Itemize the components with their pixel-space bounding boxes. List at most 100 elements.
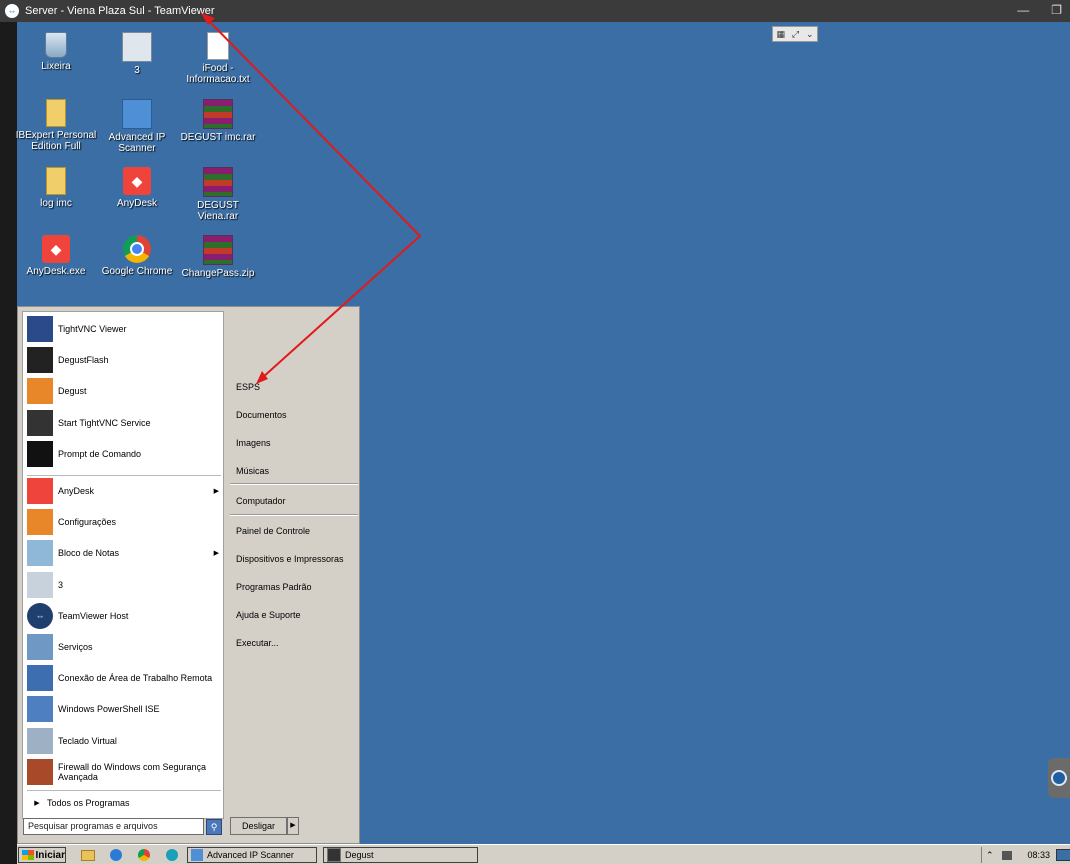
search-icon[interactable]: ⚲ <box>206 819 222 835</box>
desktop-icon[interactable]: ChangePass.zip <box>177 235 259 279</box>
start-menu-item-label: Conexão de Área de Trabalho Remota <box>58 673 213 684</box>
start-menu-item[interactable]: Serviços <box>27 633 221 661</box>
desktop-icon[interactable]: Advanced IP Scanner <box>96 99 178 154</box>
start-menu-item[interactable]: Firewall do Windows com Segurança Avança… <box>27 758 221 786</box>
start-menu-item-label: TightVNC Viewer <box>58 324 127 334</box>
submenu-arrow-icon: ▶ <box>213 488 219 495</box>
start-menu-item[interactable]: Conexão de Área de Trabalho Remota <box>27 664 221 692</box>
edge-icon[interactable] <box>165 848 179 862</box>
clock[interactable]: 08:33 <box>1028 850 1051 860</box>
start-menu-item[interactable]: Configurações <box>27 508 221 536</box>
task-advanced-ip-scanner[interactable]: Advanced IP Scanner <box>187 847 317 863</box>
desktop-icon-label: Google Chrome <box>101 266 173 277</box>
start-menu-item-label: Bloco de Notas <box>58 548 120 559</box>
degust-icon <box>327 848 341 862</box>
start-menu-place-item[interactable]: Músicas <box>236 466 269 476</box>
task-label: Degust <box>345 850 374 860</box>
start-menu-item[interactable]: 3 <box>27 571 221 599</box>
start-menu-place-item[interactable]: Programas Padrão <box>236 582 312 592</box>
desktop-icon-label: Advanced IP Scanner <box>108 132 166 154</box>
teamviewer-side-panel-handle[interactable] <box>1048 758 1070 798</box>
teamviewer-title-bar[interactable]: ⇔ Server - Viena Plaza Sul - TeamViewer … <box>0 0 1070 22</box>
start-menu-place-item[interactable]: Imagens <box>236 438 271 448</box>
separator <box>27 475 221 476</box>
window-title: Server - Viena Plaza Sul - TeamViewer <box>25 5 215 17</box>
start-menu-item[interactable]: Degust <box>27 377 221 405</box>
services-icon <box>27 634 53 660</box>
start-menu-item-label: Teclado Virtual <box>58 735 117 746</box>
show-desktop-icon[interactable] <box>1056 849 1070 861</box>
start-menu-place-item[interactable]: Documentos <box>236 410 287 420</box>
start-menu-item[interactable]: ⇔ TeamViewer Host <box>27 602 221 630</box>
start-menu-item[interactable]: DegustFlash <box>27 346 221 374</box>
ip-scanner-icon <box>122 99 152 129</box>
start-menu-item[interactable]: Windows PowerShell ISE <box>27 695 221 723</box>
folder-icon <box>46 99 66 127</box>
desktop-icon[interactable]: IBExpert Personal Edition Full <box>15 99 97 152</box>
desktop-icon-label: Lixeira <box>41 61 71 72</box>
desktop-icon-label: log imc <box>40 198 72 209</box>
text-file-icon <box>207 32 229 60</box>
vnc-service-icon <box>27 409 53 436</box>
folder-icon <box>46 167 66 195</box>
chevron-down-icon[interactable]: ⌄ <box>806 29 814 40</box>
chrome-icon[interactable] <box>137 848 151 862</box>
firewall-icon <box>27 758 53 785</box>
restore-icon[interactable]: ❐ <box>1051 3 1062 17</box>
taskbar: Iniciar Advanced IP Scanner Degust ⌃ 08:… <box>17 844 1070 864</box>
separator <box>230 514 358 516</box>
minimize-icon[interactable]: — <box>1017 3 1029 17</box>
desktop-icon[interactable]: ◆ AnyDesk <box>96 167 178 209</box>
network-icon[interactable] <box>1001 850 1012 860</box>
start-menu-place-item[interactable]: ESPS <box>236 382 260 392</box>
tray-expand-icon[interactable]: ⌃ <box>986 850 994 861</box>
teamviewer-logo-icon: ⇔ <box>5 4 19 18</box>
start-menu-programs: ▶ Todos os Programas TightVNC Viewer Degu… <box>22 311 224 819</box>
desktop-icon[interactable]: DEGUST imc.rar <box>177 99 259 143</box>
start-menu-item-label: Prompt de Comando <box>58 448 142 459</box>
start-menu-item[interactable]: Prompt de Comando <box>27 440 221 468</box>
grid-icon[interactable]: ▦ <box>776 29 785 40</box>
start-menu-item-label: TeamViewer Host <box>58 610 129 621</box>
start-menu-place-item[interactable]: Computador <box>236 496 286 506</box>
ip-scanner-icon <box>191 849 203 861</box>
desktop-icon[interactable]: Lixeira <box>15 32 97 72</box>
start-button[interactable]: Iniciar <box>18 847 66 863</box>
start-menu-item-label: Firewall do Windows com Segurança Avança… <box>58 761 207 782</box>
shutdown-button[interactable]: Desligar <box>230 817 287 835</box>
degustflash-icon <box>27 347 53 374</box>
start-menu-item[interactable]: AnyDesk ▶ <box>27 477 221 505</box>
desktop-icon[interactable]: DEGUST Viena.rar <box>177 167 259 222</box>
desktop-icon[interactable]: Google Chrome <box>96 235 178 277</box>
fullscreen-icon[interactable]: ⤢ <box>792 29 799 40</box>
task-degust[interactable]: Degust <box>323 847 478 863</box>
start-menu-item-label: AnyDesk <box>58 486 95 496</box>
desktop-icon[interactable]: 3 <box>96 32 178 76</box>
all-programs-item[interactable]: ▶ Todos os Programas <box>27 792 221 814</box>
start-menu-place-item[interactable]: Painel de Controle <box>236 526 310 536</box>
teamviewer-remote-toolbar[interactable]: ▦ ⤢ ⌄ <box>772 26 818 42</box>
start-menu-place-item[interactable]: Dispositivos e Impressoras <box>236 554 344 564</box>
start-menu-item[interactable]: Teclado Virtual <box>27 727 221 755</box>
explorer-icon[interactable] <box>81 848 95 862</box>
command-prompt-icon <box>27 440 53 467</box>
start-menu-item[interactable]: TightVNC Viewer <box>27 315 221 343</box>
desktop-icon[interactable]: iFood - Informacao.txt <box>177 32 259 85</box>
start-menu: ▶ Todos os Programas TightVNC Viewer Degu… <box>17 306 360 844</box>
powershell-icon <box>27 696 53 723</box>
tightvnc-icon <box>27 316 53 342</box>
start-menu-item[interactable]: Bloco de Notas ▶ <box>27 539 221 567</box>
desktop-icon-label: ChangePass.zip <box>181 268 255 279</box>
internet-explorer-icon[interactable] <box>109 848 123 862</box>
desktop-icon[interactable]: ◆ AnyDesk.exe <box>15 235 97 277</box>
search-input[interactable]: Pesquisar programas e arquivos <box>23 818 204 835</box>
desktop-icon[interactable]: log imc <box>15 167 97 209</box>
submenu-arrow-icon: ▶ <box>213 550 219 558</box>
start-menu-places: ESPS Documentos Imagens Músicas Computador Pa… <box>230 311 358 819</box>
start-menu-place-item[interactable]: Ajuda e Suporte <box>236 610 301 620</box>
shutdown-options-button[interactable]: ▶ <box>287 817 299 835</box>
start-menu-place-item[interactable]: Executar... <box>236 638 279 648</box>
start-menu-item-label: Configurações <box>58 517 117 528</box>
start-menu-item[interactable]: Start TightVNC Service <box>27 409 221 437</box>
keyboard-icon <box>27 727 53 754</box>
